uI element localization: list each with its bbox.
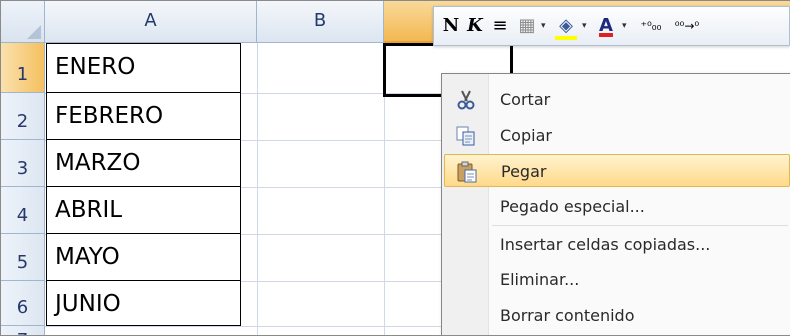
cell-a4[interactable]: ABRIL	[46, 187, 241, 234]
row-header-2[interactable]: 2	[1, 93, 45, 140]
row-number: 6	[16, 297, 29, 318]
cell-a2[interactable]: FEBRERO	[46, 93, 241, 140]
borders-button[interactable]: ▦	[516, 13, 538, 39]
menu-item-label: Borrar contenido	[500, 306, 635, 325]
fill-color-bar	[555, 36, 577, 40]
fill-dropdown-icon[interactable]: ▾	[582, 21, 587, 31]
menu-item-label: Cortar	[500, 90, 551, 109]
decrease-decimals-button[interactable]: ⁰⁰→⁰	[672, 13, 702, 39]
menu-item-eliminar[interactable]: Eliminar...	[444, 263, 790, 296]
menu-item-label: Copiar	[500, 126, 552, 145]
row-number: 3	[16, 158, 29, 179]
menu-separator	[492, 225, 788, 226]
menu-item-borrar-contenido[interactable]: Borrar contenido	[444, 299, 790, 332]
row-header-1[interactable]: 1	[1, 43, 45, 93]
menu-item-label: Insertar celdas copiadas...	[500, 235, 711, 254]
bold-button[interactable]: N	[442, 13, 460, 39]
cell-a5[interactable]: MAYO	[46, 234, 241, 281]
column-header-b[interactable]: B	[257, 1, 384, 43]
mini-toolbar: N K ≡ ▦ ▾ ◈ ▾ A ▾ ⁺⁰₀₀ ⁰⁰→⁰	[433, 6, 790, 46]
row-number: 7	[1, 330, 44, 335]
row-header-4[interactable]: 4	[1, 187, 45, 234]
scissors-icon	[457, 90, 475, 110]
row-header-5[interactable]: 5	[1, 234, 45, 281]
italic-button[interactable]: K	[466, 13, 484, 39]
borders-dropdown-icon[interactable]: ▾	[541, 21, 546, 31]
font-color-dropdown-icon[interactable]: ▾	[622, 21, 627, 31]
row-header-6[interactable]: 6	[1, 281, 45, 326]
menu-item-label: Pegar	[501, 162, 547, 181]
row-number: 5	[16, 252, 29, 273]
cell-a1[interactable]: ENERO	[46, 43, 241, 93]
menu-item-insertar-celdas[interactable]: Insertar celdas copiadas...	[444, 228, 790, 261]
copy-icon	[456, 126, 475, 146]
cell-a6[interactable]: JUNIO	[46, 281, 241, 326]
paste-icon	[457, 161, 477, 183]
context-menu: Cortar Copiar Pegar Pegado especial... I…	[441, 73, 790, 335]
menu-item-label: Eliminar...	[500, 270, 580, 289]
row-header-3[interactable]: 3	[1, 140, 45, 187]
menu-item-label: Pegado especial...	[500, 197, 645, 216]
spreadsheet-window: A B 1 2 3 4 5 6 7 ENERO FEBRERO MARZO AB…	[0, 0, 790, 336]
row-number: 4	[16, 205, 29, 226]
select-all-corner[interactable]	[1, 1, 45, 43]
align-center-button[interactable]: ≡	[490, 13, 510, 39]
cell-a3[interactable]: MARZO	[46, 140, 241, 187]
grid-line	[257, 43, 258, 335]
font-color-button[interactable]: A	[595, 13, 617, 39]
row-number: 2	[16, 111, 29, 132]
menu-item-pegar[interactable]: Pegar	[444, 154, 790, 187]
menu-item-pegado-especial[interactable]: Pegado especial...	[444, 190, 790, 223]
row-number: 1	[16, 64, 29, 85]
menu-item-cortar[interactable]: Cortar	[444, 83, 790, 116]
menu-item-copiar[interactable]: Copiar	[444, 119, 790, 152]
increase-decimals-button[interactable]: ⁺⁰₀₀	[636, 13, 666, 39]
column-header-a[interactable]: A	[45, 1, 257, 43]
